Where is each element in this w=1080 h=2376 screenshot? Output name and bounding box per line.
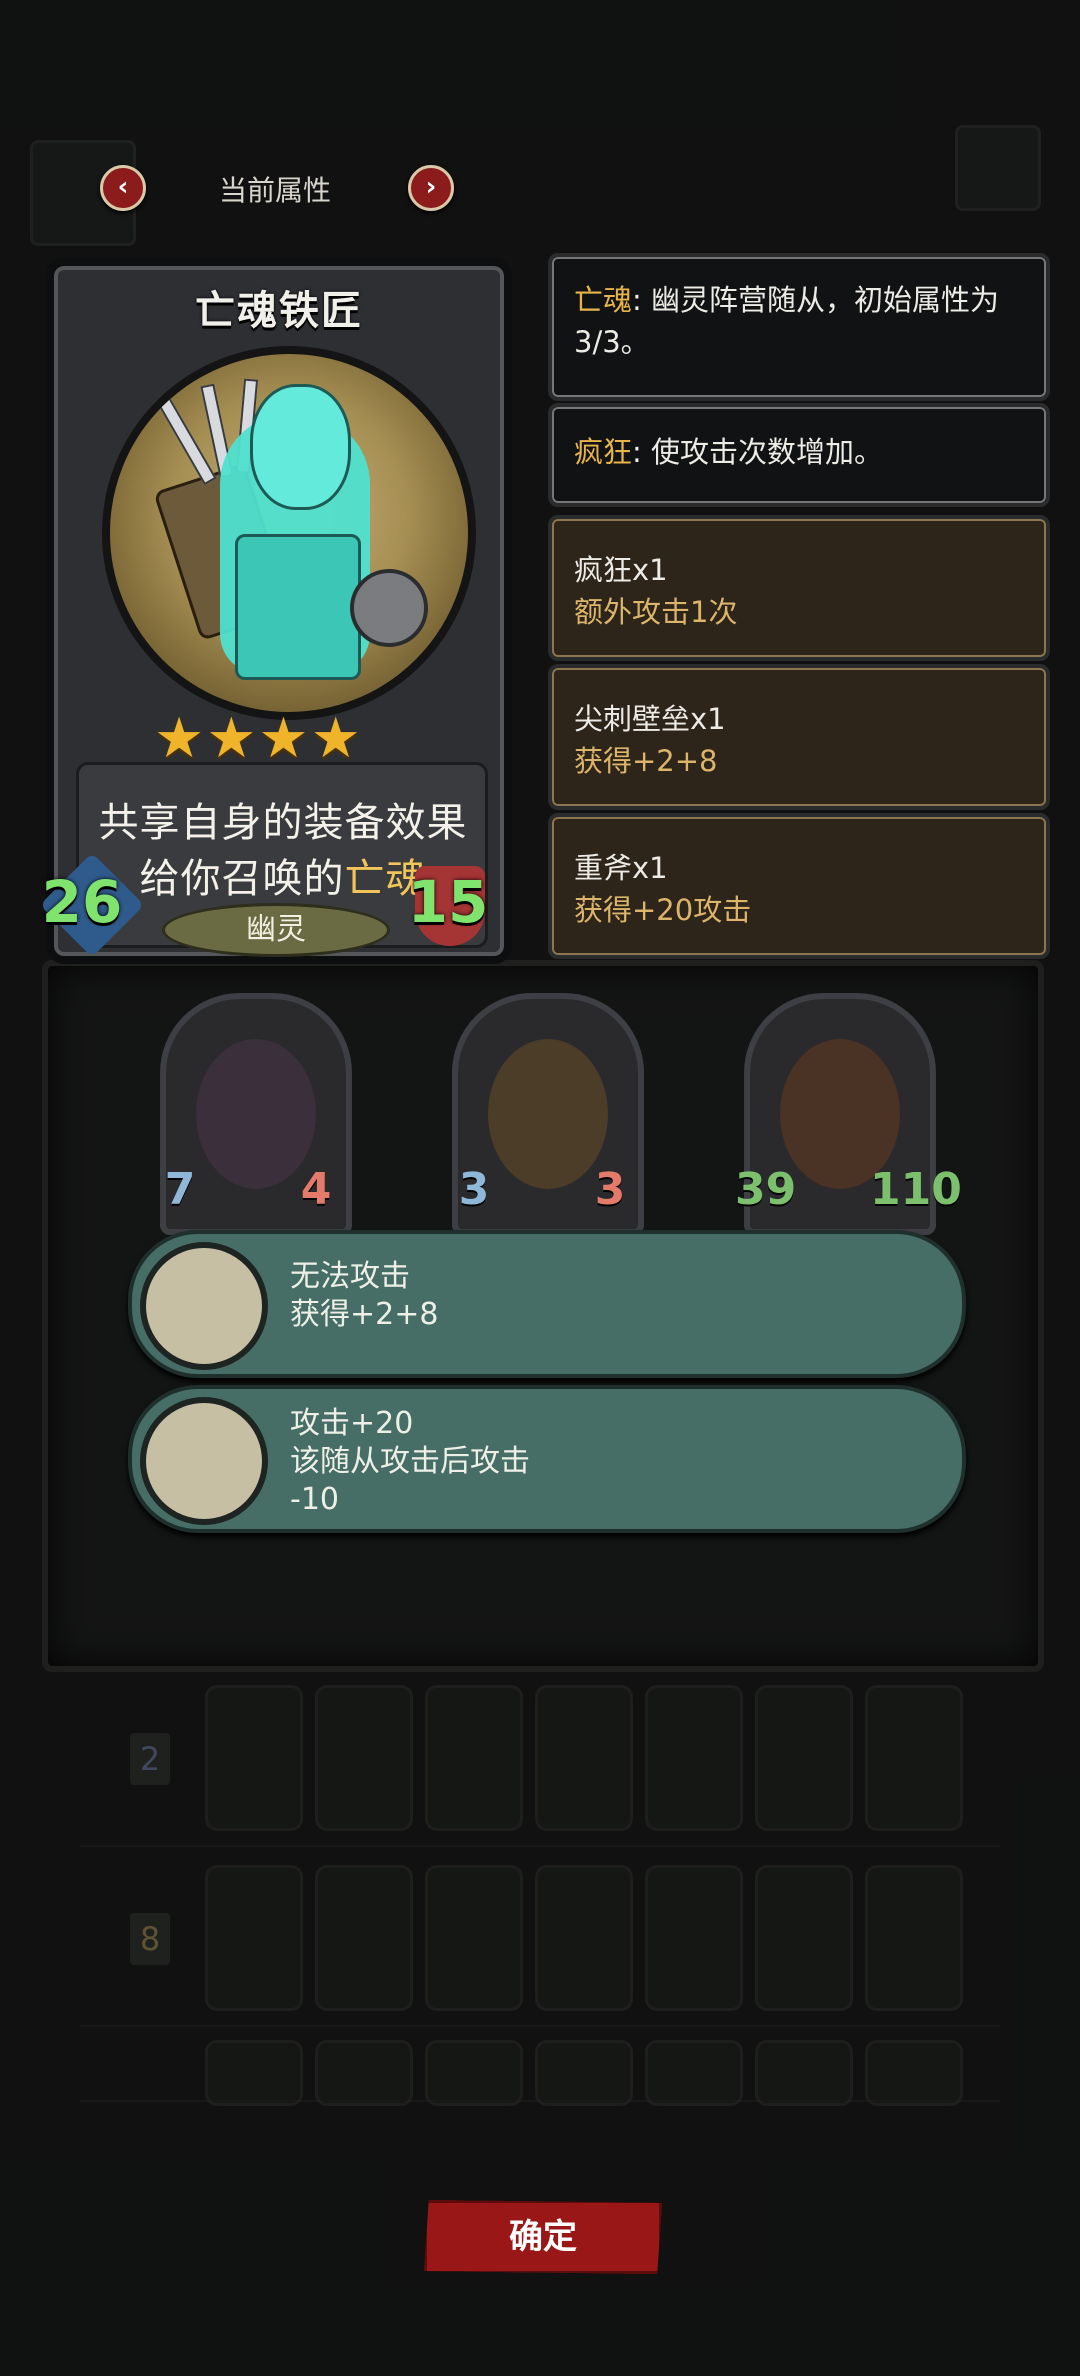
minion-health: 4: [300, 1164, 332, 1215]
minion-attack: 7: [164, 1164, 196, 1215]
card-tribe: 幽灵: [162, 903, 390, 957]
prev-arrow-button[interactable]: ‹: [100, 165, 146, 211]
keyword-name: 亡魂: [574, 283, 633, 317]
card-portrait: [102, 346, 476, 720]
next-arrow-button[interactable]: ›: [408, 165, 454, 211]
spike-wall-icon: [140, 1242, 268, 1370]
buff-title: 疯狂x1: [574, 553, 668, 587]
effect-line: 获得+2+8: [290, 1297, 439, 1332]
effect-text: 无法攻击 获得+2+8: [290, 1258, 438, 1334]
effect-bar[interactable]: 无法攻击 获得+2+8: [128, 1230, 966, 1378]
keyword-desc: : 使攻击次数增加。: [632, 435, 884, 469]
attribute-nav: ‹ 当前属性 ›: [100, 165, 454, 215]
card-attack: 26: [41, 868, 123, 936]
effect-text: 攻击+20 该随从攻击后攻击 -10: [290, 1405, 530, 1519]
effect-line: 该随从攻击后攻击: [290, 1444, 530, 1479]
card-health: 15: [407, 868, 489, 936]
star-rating-icon: ★★★★: [154, 706, 363, 771]
keyword-text: 亡魂: 幽灵阵营随从，初始属性为3/3。: [574, 279, 1024, 363]
buff-sub: 额外攻击1次: [574, 595, 738, 629]
minion-health: 3: [594, 1164, 626, 1215]
ghost-apron-art: [235, 534, 361, 680]
effect-line: 无法攻击: [290, 1259, 410, 1294]
keyword-text: 疯狂: 使攻击次数增加。: [574, 431, 1024, 473]
minion-attack: 39: [735, 1164, 797, 1215]
keyword-panel: 亡魂: 幽灵阵营随从，初始属性为3/3。: [548, 253, 1050, 401]
card-name: 亡魂铁匠: [195, 288, 363, 334]
keyword-panel: 疯狂: 使攻击次数增加。: [548, 403, 1050, 507]
buff-panel: 疯狂x1 额外攻击1次: [548, 515, 1050, 661]
minion-health: 110: [870, 1164, 962, 1215]
nav-title: 当前属性: [218, 174, 331, 207]
buff-sub: 获得+2+8: [574, 744, 718, 778]
mace-art: [350, 569, 428, 647]
buff-panel: 重斧x1 获得+20攻击: [548, 813, 1050, 959]
minion-attack: 3: [458, 1164, 490, 1215]
buff-title: 重斧x1: [574, 851, 668, 885]
buff-sub: 获得+20攻击: [574, 893, 752, 927]
unit-card: 亡魂铁匠 共享自身的装备效果给你召唤的亡魂 ★★★★: [46, 258, 512, 964]
effect-bar[interactable]: 攻击+20 该随从攻击后攻击 -10: [128, 1385, 966, 1533]
effect-line: 攻击+20: [290, 1406, 414, 1441]
keyword-desc: : 幽灵阵营随从，初始属性为3/3。: [574, 283, 1000, 359]
ghost-head-art: [250, 384, 351, 510]
axe-icon: [140, 1397, 268, 1525]
buff-panel: 尖刺壁垒x1 获得+2+8: [548, 664, 1050, 810]
buff-title: 尖刺壁垒x1: [574, 702, 726, 736]
keyword-name: 疯狂: [574, 435, 633, 469]
effect-line: -10: [290, 1482, 339, 1517]
confirm-button[interactable]: 确定: [424, 2200, 662, 2274]
